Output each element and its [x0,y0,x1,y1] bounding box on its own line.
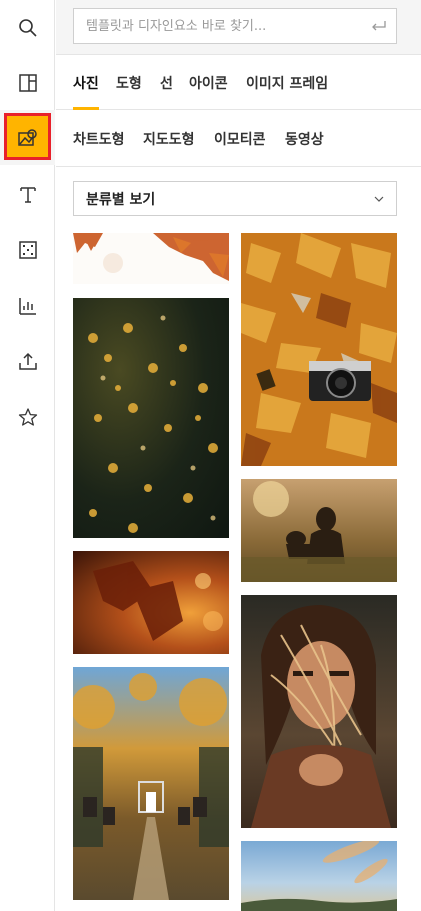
element-panel: 사진 도형 선 아이콘 이미지 프레임 차트도형 지도도형 이모티콘 동영상 분… [56,0,421,911]
rail-chart-button[interactable] [0,278,55,333]
rail-text-button[interactable] [0,167,55,222]
category-tabs: 사진 도형 선 아이콘 이미지 프레임 [56,56,421,110]
upload-icon [18,352,37,370]
photo-thumbnail[interactable] [241,595,397,828]
rail-pattern-button[interactable] [0,222,55,277]
tab-photo[interactable]: 사진 [73,56,99,110]
rail-layout-button[interactable] [0,55,55,110]
category-tabs-secondary: 차트도형 지도도형 이모티콘 동영상 [56,111,421,167]
enter-icon[interactable] [362,20,396,32]
search-icon [18,18,37,37]
tool-rail [0,0,55,911]
photo-thumbnail[interactable] [73,667,229,900]
rail-upload-button[interactable] [0,333,55,388]
tab-emoticon[interactable]: 이모티콘 [214,111,266,166]
photo-thumbnail[interactable] [73,298,229,538]
rail-photo-button[interactable] [0,110,55,165]
tab-shape[interactable]: 도형 [116,56,142,109]
tab-video[interactable]: 동영상 [285,111,324,166]
tab-line[interactable]: 선 [160,56,173,109]
tab-icon[interactable]: 아이콘 [189,56,228,109]
text-icon [19,186,36,203]
photo-thumbnail[interactable] [241,841,397,911]
rail-search-button[interactable] [0,0,55,55]
photo-thumbnail[interactable] [241,233,397,466]
tab-image-frame[interactable]: 이미지 프레임 [246,56,328,109]
tab-map-shape[interactable]: 지도도형 [143,111,195,166]
category-filter-dropdown[interactable]: 분류별 보기 [73,181,397,216]
photo-thumbnail[interactable] [241,479,397,582]
pattern-icon [18,240,37,259]
star-icon [18,407,37,426]
chart-icon [18,297,36,315]
photo-thumbnail[interactable] [73,551,229,654]
dropdown-selected-label: 분류별 보기 [86,191,156,208]
search-input[interactable] [74,9,362,43]
chevron-down-icon [374,196,384,202]
rail-favorites-button[interactable] [0,389,55,444]
photo-icon [17,128,37,146]
search-box [73,8,397,44]
search-bar [56,0,421,55]
layout-icon [18,73,37,92]
photo-thumbnail[interactable] [73,233,229,284]
tab-chart-shape[interactable]: 차트도형 [73,111,125,166]
